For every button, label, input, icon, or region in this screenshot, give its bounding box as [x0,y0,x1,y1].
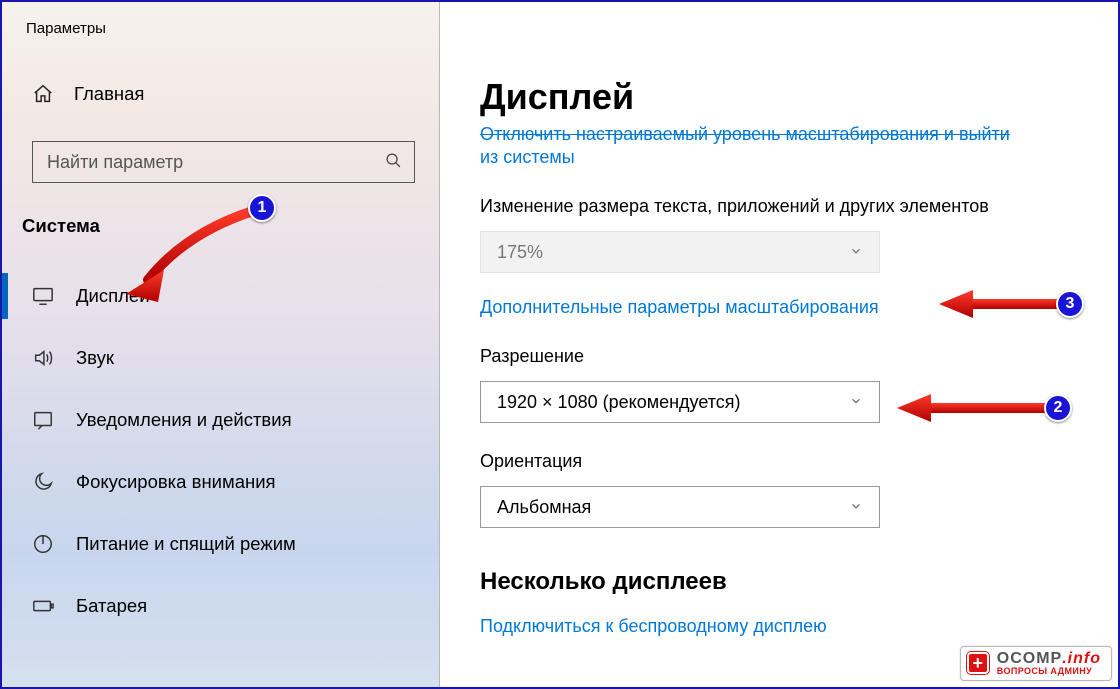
page-title: Дисплей [480,76,1118,118]
annotation-badge-3: 3 [1056,290,1084,318]
sidebar-item-sound[interactable]: Звук [2,327,439,389]
scale-dropdown: 175% [480,231,880,273]
scale-label: Изменение размера текста, приложений и д… [480,196,1118,217]
sidebar-nav: Дисплей Звук Уведомления и действия [2,265,439,637]
annotation-badge-2: 2 [1044,394,1072,422]
chevron-down-icon [849,242,863,263]
search-input[interactable] [47,152,377,173]
resolution-label: Разрешение [480,346,1118,367]
battery-icon [32,595,54,617]
watermark-brand: OCOMP [997,650,1062,667]
multiple-displays-title: Несколько дисплеев [480,568,1118,596]
sidebar-item-label: Уведомления и действия [76,409,292,431]
sidebar-home[interactable]: Главная [2,71,439,117]
watermark-suffix: .info [1062,650,1101,667]
search-box[interactable] [32,141,415,183]
sidebar-item-notifications[interactable]: Уведомления и действия [2,389,439,451]
resolution-value: 1920 × 1080 (рекомендуется) [497,392,741,413]
orientation-value: Альбомная [497,497,591,518]
app-title: Параметры [2,2,439,37]
monitor-icon [32,285,54,307]
chevron-down-icon [849,497,863,518]
orientation-label: Ориентация [480,451,1118,472]
watermark-plus-icon: + [967,652,989,674]
sidebar-item-label: Дисплей [76,285,150,307]
sidebar-section-label: Система [2,183,439,243]
watermark-subtitle: ВОПРОСЫ АДМИНУ [997,667,1101,677]
wireless-display-link[interactable]: Подключиться к беспроводному дисплею [480,616,827,637]
sidebar-item-battery[interactable]: Батарея [2,575,439,637]
sidebar-item-label: Фокусировка внимания [76,471,276,493]
sound-icon [32,347,54,369]
resolution-dropdown[interactable]: 1920 × 1080 (рекомендуется) [480,381,880,423]
link-text-line2: из системы [480,147,1090,168]
sidebar-item-label: Батарея [76,595,147,617]
annotation-badge-1: 1 [248,194,276,222]
search-icon [377,152,402,172]
moon-icon [32,471,54,493]
link-text-line1: Отключить настраиваемый уровень масштаби… [480,124,1090,145]
notification-icon [32,409,54,431]
disable-custom-scaling-link[interactable]: Отключить настраиваемый уровень масштаби… [480,124,1090,168]
power-icon [32,533,54,555]
scale-value: 175% [497,242,543,263]
sidebar-item-display[interactable]: Дисплей [2,265,439,327]
orientation-dropdown[interactable]: Альбомная [480,486,880,528]
sidebar-item-label: Питание и спящий режим [76,533,296,555]
sidebar-item-focus[interactable]: Фокусировка внимания [2,451,439,513]
chevron-down-icon [849,392,863,413]
home-icon [32,83,54,105]
settings-main: Дисплей Отключить настраиваемый уровень … [440,2,1118,687]
settings-sidebar: Параметры Главная Система [2,2,440,687]
sidebar-item-power[interactable]: Питание и спящий режим [2,513,439,575]
watermark: + OCOMP.info ВОПРОСЫ АДМИНУ [960,646,1112,681]
sidebar-home-label: Главная [74,83,144,105]
sidebar-item-label: Звук [76,347,114,369]
advanced-scaling-link[interactable]: Дополнительные параметры масштабирования [480,297,879,318]
